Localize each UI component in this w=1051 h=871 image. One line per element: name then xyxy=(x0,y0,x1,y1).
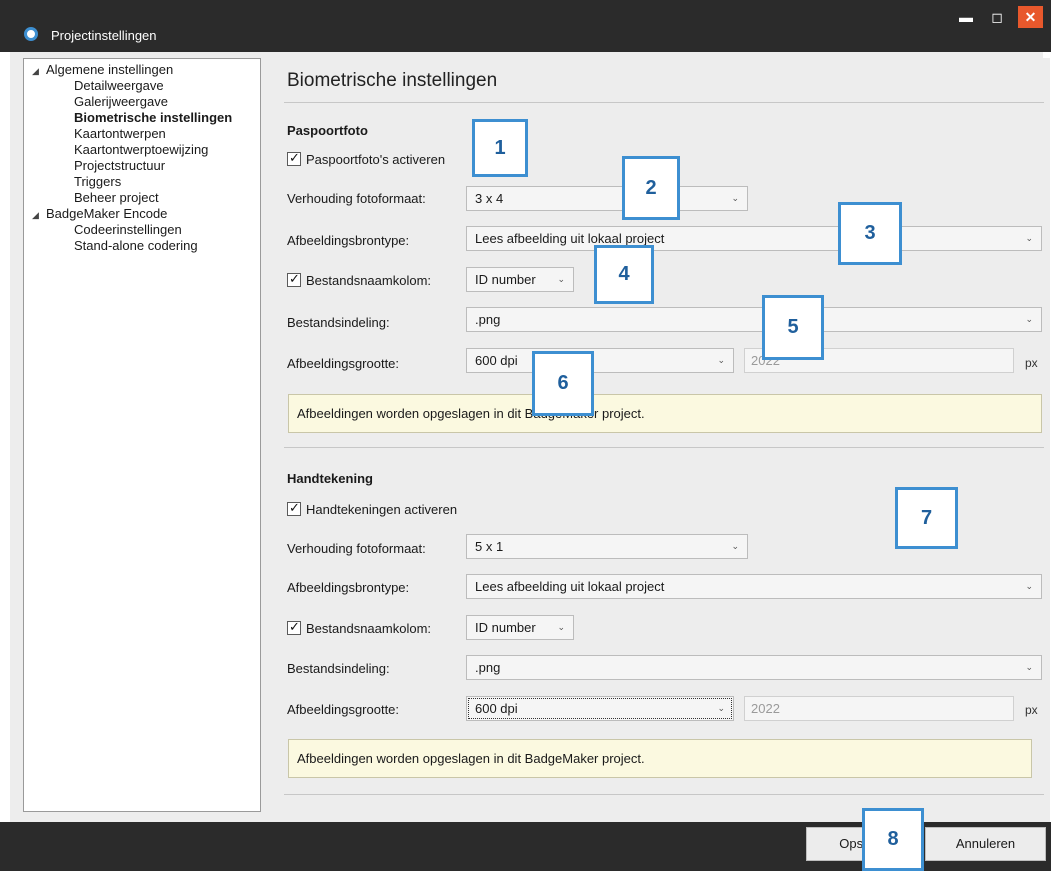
signature-size-unit: px xyxy=(1025,703,1038,717)
passport-source-select[interactable]: Lees afbeelding uit lokaal project ⌄ xyxy=(466,226,1042,251)
passport-format-label: Bestandsindeling: xyxy=(287,315,390,330)
callout-2: 2 xyxy=(622,156,680,220)
checkbox-checked-icon[interactable] xyxy=(287,500,301,516)
page-title: Biometrische instellingen xyxy=(287,70,498,91)
signature-source-label: Afbeeldingsbrontype: xyxy=(287,580,410,595)
chevron-down-icon: ⌄ xyxy=(1025,581,1033,591)
passport-filename-checkbox[interactable]: Bestandsnaamkolom: xyxy=(287,271,431,288)
tree-item-stand-alone-codering[interactable]: Stand-alone codering xyxy=(24,238,260,254)
passport-ratio-label: Verhouding fotoformaat: xyxy=(287,191,426,206)
callout-5: 5 xyxy=(762,295,824,360)
passport-section-heading: Paspoortfoto xyxy=(287,123,368,138)
tree-item-kaartontwerpen[interactable]: Kaartontwerpen xyxy=(24,126,260,142)
callout-1: 1 xyxy=(472,119,528,177)
callout-7: 7 xyxy=(895,487,958,549)
settings-tree: ◢ Algemene instellingen Detailweergave Ga… xyxy=(23,58,261,812)
close-icon[interactable]: ✕ xyxy=(1018,6,1043,28)
passport-source-label: Afbeeldingsbrontype: xyxy=(287,233,410,248)
chevron-down-icon: ⌄ xyxy=(1025,314,1033,324)
chevron-down-icon: ⌄ xyxy=(1025,662,1033,672)
passport-ratio-select[interactable]: 3 x 4 ⌄ xyxy=(466,186,748,211)
chevron-down-icon: ⌄ xyxy=(1025,233,1033,243)
checkbox-checked-icon[interactable] xyxy=(287,150,301,166)
checkbox-checked-icon[interactable] xyxy=(287,619,301,635)
tree-group-label: Algemene instellingen xyxy=(46,62,174,77)
passport-format-select[interactable]: .png ⌄ xyxy=(466,307,1042,332)
chevron-down-icon: ⌄ xyxy=(717,703,725,713)
signature-ratio-label: Verhouding fotoformaat: xyxy=(287,541,426,556)
chevron-down-icon: ⌄ xyxy=(731,193,739,203)
tree-item-triggers[interactable]: Triggers xyxy=(24,174,260,190)
collapse-arrow-icon[interactable]: ◢ xyxy=(32,207,46,223)
title-divider xyxy=(284,102,1044,103)
chevron-down-icon: ⌄ xyxy=(717,355,725,365)
signature-filename-select[interactable]: ID number ⌄ xyxy=(466,615,574,640)
title-bar: Projectinstellingen ▬ ◻ ✕ xyxy=(0,0,1051,52)
passport-info-message: Afbeeldingen worden opgeslagen in dit Ba… xyxy=(288,394,1042,433)
signature-filename-checkbox[interactable]: Bestandsnaamkolom: xyxy=(287,619,431,636)
window-title: Projectinstellingen xyxy=(51,28,157,43)
callout-3: 3 xyxy=(838,202,902,265)
checkbox-checked-icon[interactable] xyxy=(287,271,301,287)
signature-source-select[interactable]: Lees afbeelding uit lokaal project ⌄ xyxy=(466,574,1042,599)
passport-size-label: Afbeeldingsgrootte: xyxy=(287,356,400,371)
app-logo-icon xyxy=(24,27,38,41)
callout-6: 6 xyxy=(532,351,594,416)
signature-info-message: Afbeeldingen worden opgeslagen in dit Ba… xyxy=(288,739,1032,778)
passport-filename-select[interactable]: ID number ⌄ xyxy=(466,267,574,292)
signature-size-px-input[interactable]: 2022 xyxy=(744,696,1014,721)
signature-enable-checkbox[interactable]: Handtekeningen activeren xyxy=(287,500,457,517)
signature-format-select[interactable]: .png ⌄ xyxy=(466,655,1042,680)
tree-item-codeerinstellingen[interactable]: Codeerinstellingen xyxy=(24,222,260,238)
signature-ratio-select[interactable]: 5 x 1 ⌄ xyxy=(466,534,748,559)
maximize-icon[interactable]: ◻ xyxy=(986,6,1008,28)
section-divider xyxy=(284,447,1044,448)
signature-section-heading: Handtekening xyxy=(287,471,373,486)
chevron-down-icon: ⌄ xyxy=(557,622,565,632)
tree-item-projectstructuur[interactable]: Projectstructuur xyxy=(24,158,260,174)
tree-group-general[interactable]: ◢ Algemene instellingen xyxy=(24,62,260,78)
tree-item-detailweergave[interactable]: Detailweergave xyxy=(24,78,260,94)
tree-item-kaartontwerptoewijzing[interactable]: Kaartontwerptoewijzing xyxy=(24,142,260,158)
tree-item-beheer-project[interactable]: Beheer project xyxy=(24,190,260,206)
passport-size-select[interactable]: 600 dpi ⌄ xyxy=(466,348,734,373)
chevron-down-icon: ⌄ xyxy=(557,274,565,284)
cancel-button[interactable]: Annuleren xyxy=(925,827,1046,861)
callout-8: 8 xyxy=(862,808,924,871)
passport-size-unit: px xyxy=(1025,356,1038,370)
signature-size-select[interactable]: 600 dpi ⌄ xyxy=(466,696,734,721)
callout-4: 4 xyxy=(594,245,654,304)
section-divider xyxy=(284,794,1044,795)
signature-size-label: Afbeeldingsgrootte: xyxy=(287,702,400,717)
chevron-down-icon: ⌄ xyxy=(731,541,739,551)
tree-item-biometrische-instellingen[interactable]: Biometrische instellingen xyxy=(24,110,260,126)
tree-item-galerijweergave[interactable]: Galerijweergave xyxy=(24,94,260,110)
tree-group-encode[interactable]: ◢ BadgeMaker Encode xyxy=(24,206,260,222)
collapse-arrow-icon[interactable]: ◢ xyxy=(32,63,46,79)
minimize-icon[interactable]: ▬ xyxy=(955,6,977,28)
tree-group-label: BadgeMaker Encode xyxy=(46,206,168,221)
passport-enable-checkbox[interactable]: Paspoortfoto's activeren xyxy=(287,150,445,167)
signature-format-label: Bestandsindeling: xyxy=(287,661,390,676)
